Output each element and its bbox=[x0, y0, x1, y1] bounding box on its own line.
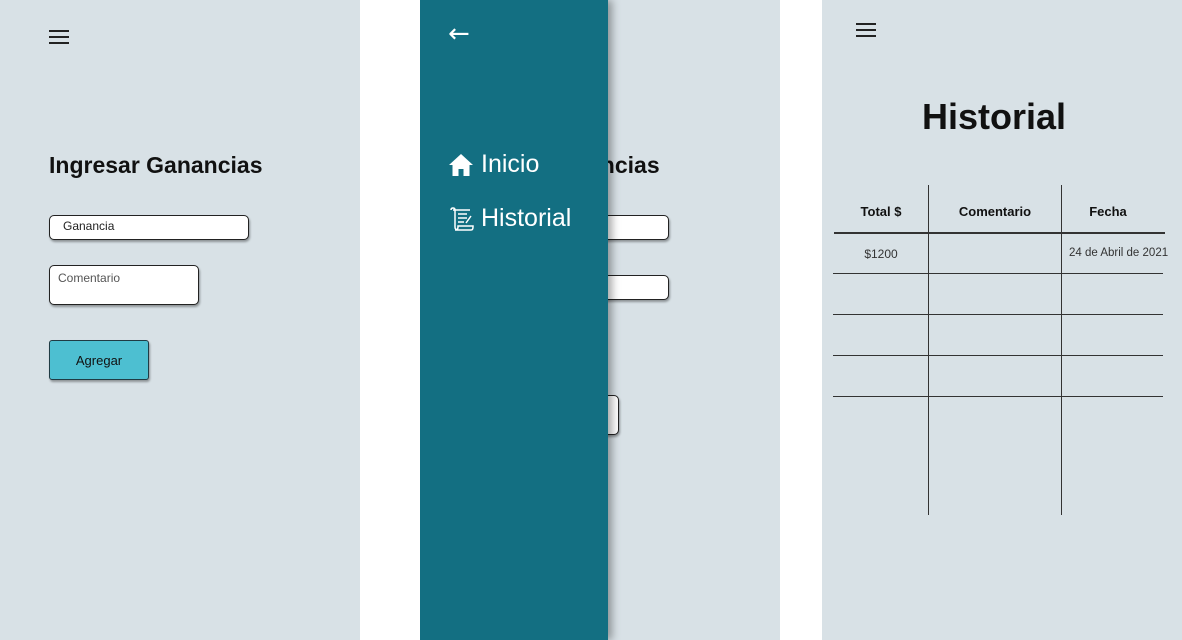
column-header-fecha: Fecha bbox=[1089, 204, 1127, 219]
table-cell-total: $1200 bbox=[864, 247, 898, 261]
navigation-drawer: ← Inicio Historial bbox=[420, 0, 608, 640]
ganancia-field-text: Ganancia bbox=[63, 219, 115, 233]
table-row-divider bbox=[833, 314, 1163, 315]
screen-ingresar-ganancias: Ingresar Ganancias Ganancia Comentario A… bbox=[0, 0, 360, 640]
comentario-field-placeholder: Comentario bbox=[58, 271, 121, 285]
table-cell-fecha: 24 de Abril de 2021 bbox=[1069, 247, 1169, 259]
back-arrow-icon[interactable]: ← bbox=[448, 21, 470, 47]
table-row-divider bbox=[833, 396, 1163, 397]
drawer-item-historial[interactable]: Historial bbox=[448, 204, 571, 233]
column-header-comentario: Comentario bbox=[958, 204, 1032, 219]
home-icon bbox=[448, 152, 474, 178]
table-column-divider bbox=[928, 185, 929, 515]
menu-icon[interactable] bbox=[49, 30, 69, 46]
menu-icon[interactable] bbox=[856, 23, 876, 39]
screen-historial: Historial Total $ Comentario Fecha $1200… bbox=[822, 0, 1182, 640]
table-header-divider bbox=[834, 232, 1165, 234]
column-header-total: Total $ bbox=[860, 204, 902, 219]
screen-drawer-open: ancias ← Inicio Historial bbox=[420, 0, 780, 640]
scroll-icon bbox=[448, 206, 474, 232]
drawer-item-label: Inicio bbox=[481, 150, 540, 178]
comentario-field[interactable]: Comentario bbox=[49, 265, 199, 305]
page-title: Historial bbox=[921, 96, 1067, 137]
drawer-item-label: Historial bbox=[481, 204, 572, 232]
agregar-button[interactable]: Agregar bbox=[49, 340, 149, 380]
table-row-divider bbox=[833, 273, 1163, 274]
table-row-divider bbox=[833, 355, 1163, 356]
drawer-item-inicio[interactable]: Inicio bbox=[448, 150, 539, 179]
table-column-divider bbox=[1061, 185, 1062, 515]
page-title: Ingresar Ganancias bbox=[49, 152, 263, 178]
agregar-button-label: Agregar bbox=[75, 352, 123, 368]
ganancia-field[interactable]: Ganancia bbox=[49, 215, 249, 240]
